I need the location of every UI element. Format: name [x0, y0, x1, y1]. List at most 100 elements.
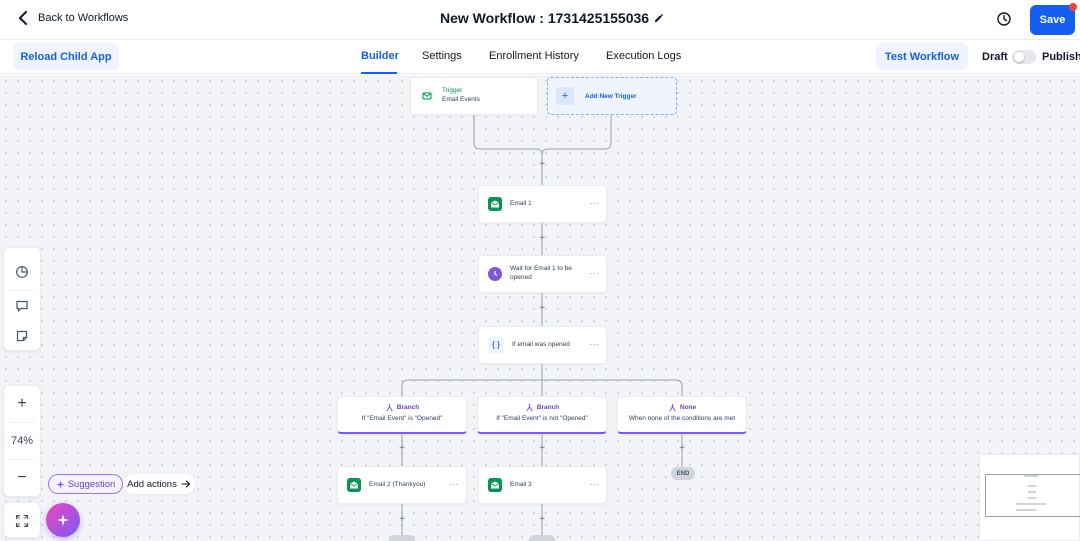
tab-settings[interactable]: Settings: [422, 50, 462, 62]
step-label: Email 3: [510, 480, 532, 488]
sparkle-icon: [56, 479, 65, 489]
add-actions-chip[interactable]: Add actions: [123, 474, 195, 494]
minimap-node: [1016, 503, 1046, 505]
branch-icon: [386, 403, 393, 412]
tab-enrollment-history[interactable]: Enrollment History: [489, 50, 579, 62]
branch-icon: [526, 403, 533, 412]
minimap-node: [1028, 497, 1036, 499]
workflow-title[interactable]: New Workflow : 1731425155036: [440, 10, 649, 26]
add-trigger-label: Add New Trigger: [585, 92, 637, 100]
branch-title: Branch: [396, 404, 420, 411]
minimap-node: [1024, 475, 1038, 477]
branch-not-opened[interactable]: Branch If "Email Event" is not "Opened": [477, 396, 607, 434]
zoom-in-button[interactable]: +: [4, 386, 40, 422]
mail-icon: [488, 197, 502, 211]
add-step-button[interactable]: +: [677, 444, 687, 454]
step-label: Email 2 (Thankyou): [369, 480, 426, 488]
branch-none[interactable]: None When none of the conditions are met: [617, 396, 747, 434]
branch-title: None: [679, 404, 697, 411]
plus-icon: +: [556, 87, 574, 105]
add-step-button[interactable]: +: [537, 234, 547, 244]
add-step-button[interactable]: +: [537, 160, 547, 170]
ai-sparkle-icon: [57, 514, 69, 526]
zoom-out-button[interactable]: −: [4, 460, 40, 496]
next-step-stub: [389, 535, 415, 541]
minimap-node: [1028, 485, 1036, 487]
branch-opened[interactable]: Branch If "Email Event" is "Opened": [337, 396, 467, 434]
comment-icon: [16, 300, 28, 312]
top-bar: Back to Workflows New Workflow : 1731425…: [0, 0, 1080, 40]
code-braces-icon: [488, 337, 504, 353]
trigger-node[interactable]: Trigger Email Events: [410, 77, 538, 115]
zoom-controls: + 74% −: [3, 385, 41, 497]
step-label: Email 1: [510, 199, 532, 207]
step-label: Wait for Email 1 to be opened: [510, 265, 572, 281]
pie-chart-icon: [16, 266, 28, 278]
add-step-button[interactable]: +: [397, 444, 407, 454]
more-options-icon[interactable]: ···: [590, 199, 600, 208]
tab-builder[interactable]: Builder: [361, 50, 399, 62]
add-step-button[interactable]: +: [537, 304, 547, 314]
arrow-right-icon: [181, 480, 190, 488]
fullscreen-icon: [15, 514, 29, 528]
sub-toolbar: Reload Child App Builder Settings Enroll…: [0, 40, 1080, 74]
test-workflow-button[interactable]: Test Workflow: [876, 43, 968, 70]
mail-icon: [420, 89, 434, 103]
zoom-level: 74%: [10, 435, 34, 447]
suggestion-chip[interactable]: Suggestion: [48, 474, 123, 494]
stats-button[interactable]: [4, 254, 40, 290]
publish-toggle[interactable]: [1012, 50, 1036, 64]
clock-icon: [488, 267, 502, 281]
back-label: Back to Workflows: [38, 12, 129, 24]
branch-condition: If "Email Event" is "Opened": [361, 415, 443, 422]
publish-label: Publish: [1042, 51, 1080, 63]
chevron-left-icon: [19, 11, 27, 25]
sticky-note-icon: [16, 330, 28, 342]
more-options-icon[interactable]: ···: [590, 480, 600, 489]
draft-label: Draft: [982, 51, 1008, 63]
minimap[interactable]: [979, 454, 1080, 541]
back-to-workflows-link[interactable]: Back to Workflows: [18, 11, 128, 25]
tab-execution-logs[interactable]: Execution Logs: [606, 50, 681, 62]
add-new-trigger-button[interactable]: + Add New Trigger: [547, 77, 677, 115]
add-actions-label: Add actions: [127, 478, 177, 490]
active-tab-indicator: [361, 72, 397, 74]
mail-icon: [488, 478, 502, 492]
step-condition[interactable]: If email was opened ···: [478, 326, 607, 364]
canvas-side-panel: [3, 247, 41, 351]
trigger-subtitle: Email Events: [442, 96, 480, 103]
step-email-2[interactable]: Email 2 (Thankyou) ···: [337, 466, 467, 504]
branch-title: Branch: [536, 404, 560, 411]
trigger-title: Trigger: [442, 87, 463, 95]
add-step-button[interactable]: +: [537, 515, 547, 525]
more-options-icon[interactable]: ···: [450, 480, 460, 489]
unsaved-indicator: [1069, 3, 1077, 11]
more-options-icon[interactable]: ···: [590, 269, 600, 278]
comment-button[interactable]: [4, 291, 40, 321]
minimap-node: [1028, 491, 1036, 493]
save-button[interactable]: Save: [1030, 5, 1075, 35]
add-step-button[interactable]: +: [397, 515, 407, 525]
branch-condition: When none of the conditions are met: [628, 415, 736, 422]
minimap-node: [1016, 509, 1036, 511]
history-icon[interactable]: [996, 11, 1012, 27]
add-step-button[interactable]: +: [537, 444, 547, 454]
mail-icon: [347, 478, 361, 492]
fit-view-button[interactable]: [3, 502, 41, 538]
end-marker: END: [671, 467, 695, 480]
branch-condition: If "Email Event" is not "Opened": [496, 415, 588, 422]
next-step-stub: [529, 535, 555, 541]
toggle-knob: [1014, 52, 1024, 62]
ai-assistant-button[interactable]: [46, 503, 80, 537]
step-label: If email was opened: [512, 340, 570, 348]
step-email-3[interactable]: Email 3 ···: [478, 466, 607, 504]
pencil-icon[interactable]: [653, 13, 664, 24]
branch-icon: [669, 403, 676, 412]
sticky-note-button[interactable]: [4, 321, 40, 351]
more-options-icon[interactable]: ···: [590, 340, 600, 349]
step-email-1[interactable]: Email 1 ···: [478, 185, 607, 223]
step-wait[interactable]: Wait for Email 1 to be opened ···: [478, 255, 607, 293]
suggestion-label: Suggestion: [67, 478, 116, 490]
workflow-canvas[interactable]: + + + + + + + + Trigger Email Events + A…: [0, 75, 1080, 541]
reload-child-app-button[interactable]: Reload Child App: [13, 43, 119, 70]
